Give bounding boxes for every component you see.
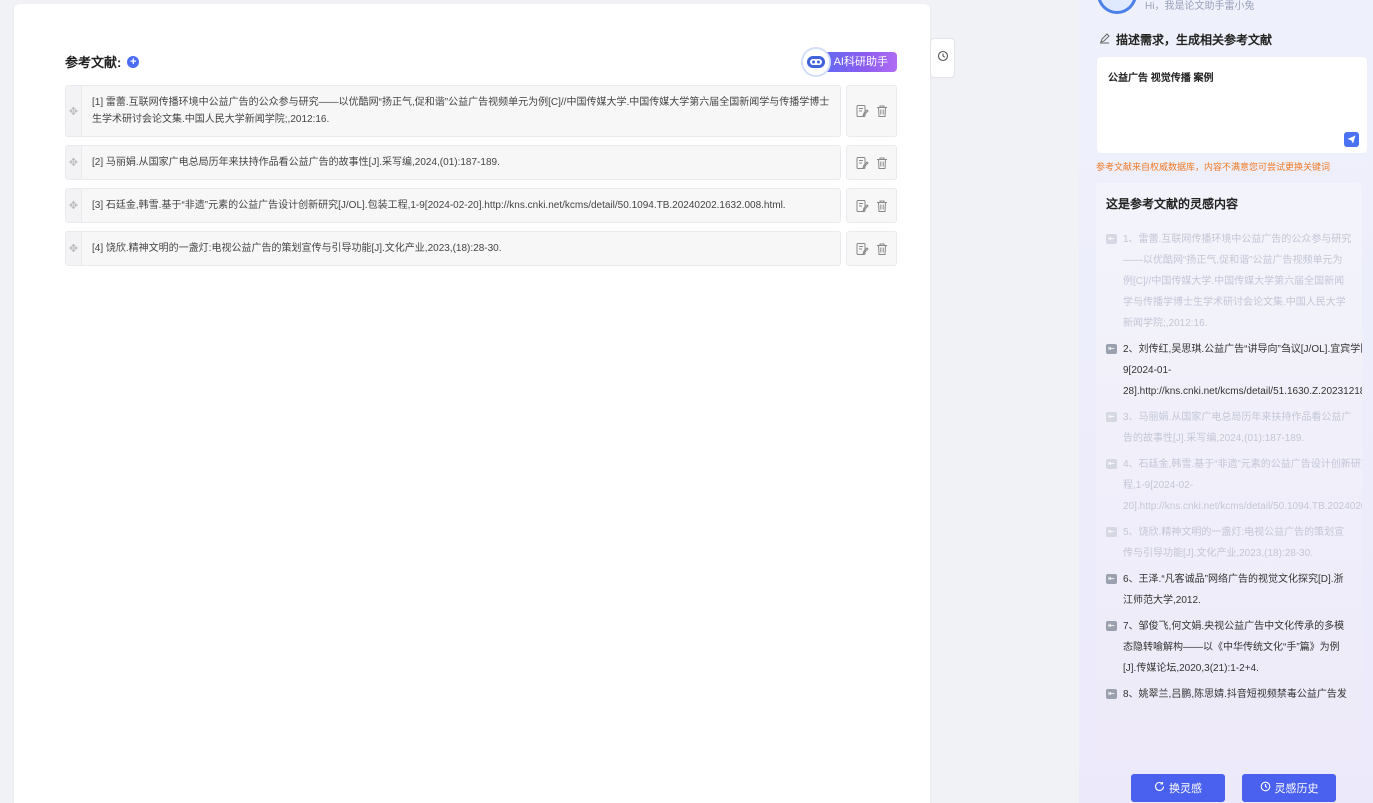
clock-icon	[1260, 781, 1271, 795]
query-input[interactable]: 公益广告 视觉传播 案例	[1097, 57, 1367, 153]
edit-icon[interactable]	[855, 156, 869, 170]
reference-row: ✥ [2] 马丽娟.从国家广电总局历年来扶持作品看公益广告的故事性[J].采写编…	[65, 145, 897, 180]
inspiration-text: 4、石廷金,韩雪.基于“非遗”元素的公益广告设计创新研究[J/OL].包装工程,…	[1123, 459, 1362, 512]
inspiration-text: 8、姚翠兰,吕鹏,陈思婧.抖音短视频禁毒公益广告发	[1123, 689, 1347, 700]
send-button[interactable]	[1344, 132, 1359, 147]
history-button[interactable]	[930, 38, 955, 78]
inspiration-item[interactable]: ⇤ 5、饶欣.精神文明的一盏灯:电视公益广告的策划宣传与引导功能[J].文化产业…	[1106, 522, 1352, 564]
insert-icon[interactable]: ⇤	[1106, 412, 1117, 422]
history-icon	[937, 49, 949, 67]
inspiration-list: ⇤ 1、雷蕾.互联网传播环境中公益广告的公众参与研究——以优酷网“扬正气,促和谐…	[1106, 229, 1362, 710]
insert-icon[interactable]: ⇤	[1106, 574, 1117, 584]
reference-list: ✥ [1] 雷蕾.互联网传播环境中公益广告的公众参与研究——以优酷网“扬正气,促…	[65, 85, 897, 274]
drag-handle-icon[interactable]: ✥	[66, 86, 82, 136]
references-card: 参考文献: + AI科研助手 ✥ [1] 雷蕾.互联网传播环境中公益广告的公众参…	[14, 4, 930, 803]
inspiration-card: 这是参考文献的灵感内容 ⇤ 1、雷蕾.互联网传播环境中公益广告的公众参与研究——…	[1096, 183, 1362, 760]
reference-item[interactable]: ✥ [1] 雷蕾.互联网传播环境中公益广告的公众参与研究——以优酷网“扬正气,促…	[65, 85, 841, 137]
assistant-panel: Hi，我是论文助手雷小兔 描述需求，生成相关参考文献 公益广告 视觉传播 案例 …	[1079, 0, 1373, 803]
drag-handle-icon[interactable]: ✥	[66, 146, 82, 179]
inspiration-item[interactable]: ⇤ 8、姚翠兰,吕鹏,陈思婧.抖音短视频禁毒公益广告发	[1106, 684, 1352, 705]
insert-icon[interactable]: ⇤	[1106, 459, 1117, 469]
references-title: 参考文献:	[65, 55, 122, 70]
reference-actions	[846, 188, 897, 223]
refresh-inspiration-button[interactable]: 换灵感	[1131, 774, 1225, 802]
history-label: 灵感历史	[1274, 783, 1319, 795]
inspiration-item[interactable]: ⇤ 7、邹俊飞,何文娟.央视公益广告中文化传承的多模态隐转喻解构——以《中华传统…	[1106, 616, 1352, 679]
reference-item[interactable]: ✥ [3] 石廷金,韩雪.基于“非遗”元素的公益广告设计创新研究[J/OL].包…	[65, 188, 841, 223]
reference-text: [1] 雷蕾.互联网传播环境中公益广告的公众参与研究——以优酷网“扬正气,促和谐…	[92, 97, 830, 125]
edit-icon[interactable]	[855, 242, 869, 256]
page: 参考文献: + AI科研助手 ✥ [1] 雷蕾.互联网传播环境中公益广告的公众参…	[0, 0, 1373, 803]
inspiration-text: 3、马丽娟.从国家广电总局历年来扶持作品看公益广告的故事性[J].采写编,202…	[1123, 412, 1352, 444]
inspiration-item[interactable]: ⇤ 3、马丽娟.从国家广电总局历年来扶持作品看公益广告的故事性[J].采写编,2…	[1106, 407, 1352, 449]
inspiration-item[interactable]: ⇤ 2、刘传红,吴思琪.公益广告“讲导向”刍议[J/OL].宜宾学院学报,1-9…	[1106, 339, 1362, 402]
insert-icon[interactable]: ⇤	[1106, 527, 1117, 537]
insert-icon[interactable]: ⇤	[1106, 344, 1117, 354]
reference-actions	[846, 85, 897, 137]
insert-icon[interactable]: ⇤	[1106, 689, 1117, 699]
reference-actions	[846, 231, 897, 266]
query-text: 公益广告 视觉传播 案例	[1108, 73, 1214, 84]
trash-icon[interactable]	[875, 156, 889, 170]
reference-text: [4] 饶欣.精神文明的一盏灯:电视公益广告的策划宣传与引导功能[J].文化产业…	[92, 243, 502, 254]
describe-title: 描述需求，生成相关参考文献	[1099, 31, 1272, 48]
inspiration-text: 2、刘传红,吴思琪.公益广告“讲导向”刍议[J/OL].宜宾学院学报,1-9[2…	[1123, 344, 1362, 397]
assistant-avatar	[1097, 0, 1137, 14]
references-header: 参考文献: +	[65, 52, 140, 71]
reference-row: ✥ [1] 雷蕾.互联网传播环境中公益广告的公众参与研究——以优酷网“扬正气,促…	[65, 85, 897, 137]
inspiration-item[interactable]: ⇤ 6、王泽.“凡客诚品”网络广告的视觉文化探究[D].浙江师范大学,2012.	[1106, 569, 1352, 611]
greeting-text: Hi，我是论文助手雷小兔	[1145, 1, 1255, 12]
reference-row: ✥ [3] 石廷金,韩雪.基于“非遗”元素的公益广告设计创新研究[J/OL].包…	[65, 188, 897, 223]
describe-title-text: 描述需求，生成相关参考文献	[1116, 33, 1273, 47]
edit-icon[interactable]	[855, 199, 869, 213]
inspiration-item[interactable]: ⇤ 4、石廷金,韩雪.基于“非遗”元素的公益广告设计创新研究[J/OL].包装工…	[1106, 454, 1362, 517]
reference-item[interactable]: ✥ [4] 饶欣.精神文明的一盏灯:电视公益广告的策划宣传与引导功能[J].文化…	[65, 231, 841, 266]
edit-icon[interactable]	[855, 104, 869, 118]
robot-icon	[801, 47, 831, 77]
reference-item[interactable]: ✥ [2] 马丽娟.从国家广电总局历年来扶持作品看公益广告的故事性[J].采写编…	[65, 145, 841, 180]
refresh-label: 换灵感	[1169, 783, 1202, 795]
drag-handle-icon[interactable]: ✥	[66, 232, 82, 265]
send-icon	[1347, 135, 1356, 144]
inspiration-title: 这是参考文献的灵感内容	[1106, 197, 1239, 211]
inspiration-history-button[interactable]: 灵感历史	[1242, 774, 1336, 802]
reference-text: [2] 马丽娟.从国家广电总局历年来扶持作品看公益广告的故事性[J].采写编,2…	[92, 157, 500, 168]
inspiration-text: 7、邹俊飞,何文娟.央视公益广告中文化传承的多模态隐转喻解构——以《中华传统文化…	[1123, 621, 1345, 674]
trash-icon[interactable]	[875, 242, 889, 256]
insert-icon[interactable]: ⇤	[1106, 234, 1117, 244]
pencil-icon	[1099, 32, 1110, 47]
ai-assistant-button[interactable]: AI科研助手	[801, 47, 897, 77]
insert-icon[interactable]: ⇤	[1106, 621, 1117, 631]
drag-handle-icon[interactable]: ✥	[66, 189, 82, 222]
refresh-icon	[1154, 781, 1165, 795]
inspiration-actions: 换灵感 灵感历史	[1131, 774, 1336, 802]
inspiration-item[interactable]: ⇤ 1、雷蕾.互联网传播环境中公益广告的公众参与研究——以优酷网“扬正气,促和谐…	[1106, 229, 1352, 334]
inspiration-text: 5、饶欣.精神文明的一盏灯:电视公益广告的策划宣传与引导功能[J].文化产业,2…	[1123, 527, 1345, 559]
trash-icon[interactable]	[875, 199, 889, 213]
trash-icon[interactable]	[875, 104, 889, 118]
reference-actions	[846, 145, 897, 180]
reference-text: [3] 石廷金,韩雪.基于“非遗”元素的公益广告设计创新研究[J/OL].包装工…	[92, 200, 786, 211]
assistant-greeting: Hi，我是论文助手雷小兔	[1097, 0, 1254, 14]
reference-row: ✥ [4] 饶欣.精神文明的一盏灯:电视公益广告的策划宣传与引导功能[J].文化…	[65, 231, 897, 266]
hint-text: 参考文献来自权威数据库，内容不满意您可尝试更换关键词	[1096, 162, 1331, 172]
add-reference-icon[interactable]: +	[127, 55, 140, 68]
inspiration-text: 1、雷蕾.互联网传播环境中公益广告的公众参与研究——以优酷网“扬正气,促和谐”公…	[1123, 234, 1352, 329]
inspiration-text: 6、王泽.“凡客诚品”网络广告的视觉文化探究[D].浙江师范大学,2012.	[1123, 574, 1344, 606]
